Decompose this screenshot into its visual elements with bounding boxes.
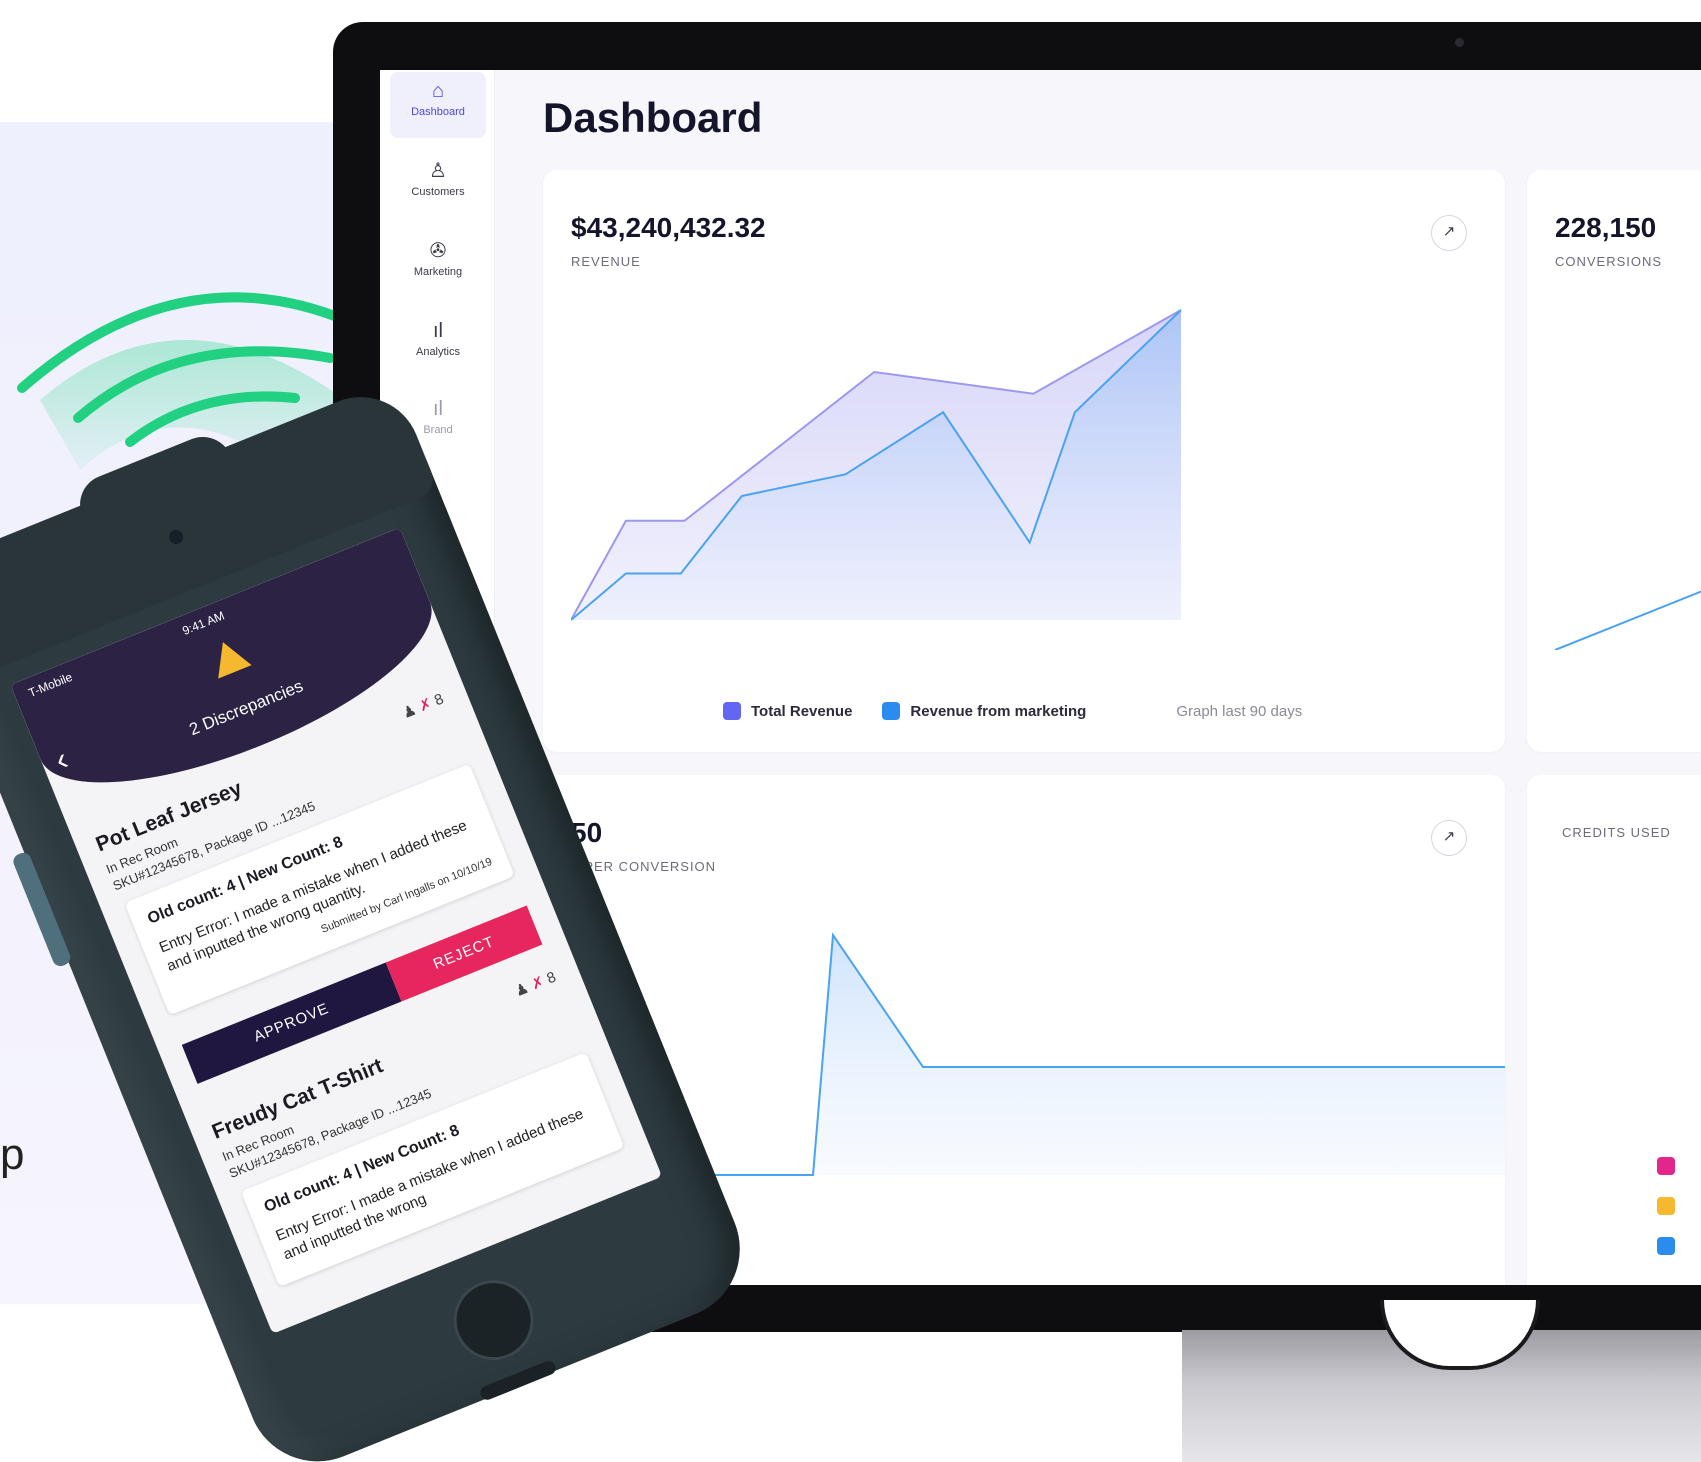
badge-count: 8: [544, 968, 559, 988]
sidebar-item-label: Analytics: [415, 346, 461, 358]
users-icon: ♙: [429, 160, 447, 182]
discrepancies-title: 2 Discrepancies: [186, 676, 306, 740]
shirt-icon: ♟: [400, 701, 420, 723]
item-count-badge: ♟ ✗ 8: [512, 968, 559, 1001]
conversions-card: 228,150 CONVERSIONS: [1527, 170, 1701, 752]
conversions-label: CONVERSIONS: [1555, 254, 1663, 269]
carrier-text: T-Mobile: [26, 669, 75, 701]
legend-item-marketing-revenue[interactable]: Revenue from marketing: [882, 702, 1086, 720]
sidebar-item-label: Dashboard: [411, 106, 465, 118]
legend-swatch: [882, 702, 901, 720]
sidebar-item-customers[interactable]: ♙ Customers: [390, 152, 486, 218]
cropped-text: p: [0, 1130, 25, 1179]
clock-text: 9:41 AM: [180, 608, 227, 638]
revenue-value: $43,240,432.32: [571, 212, 766, 243]
sidebar-item-dashboard[interactable]: ⌂ Dashboard: [390, 72, 486, 138]
expand-icon[interactable]: ↗: [1431, 820, 1467, 856]
legend-swatch: [1657, 1157, 1675, 1175]
cross-icon: ✗: [528, 973, 547, 994]
chart-legend: Total Revenue Revenue from marketing Gra…: [723, 702, 1302, 720]
conversions-value: 228,150: [1555, 212, 1657, 243]
legend-label: Revenue from marketing: [910, 702, 1087, 720]
conversions-chart: [1555, 590, 1701, 650]
conversions-line: [1555, 590, 1701, 650]
revenue-card: $43,240,432.32 REVENUE ↗ Total Revenue R…: [543, 170, 1505, 752]
legend-item-total-revenue[interactable]: Total Revenue: [723, 702, 852, 720]
badge-count: 8: [432, 690, 447, 710]
legend-swatch: [1657, 1237, 1675, 1255]
item-count-badge: ♟ ✗ 8: [400, 690, 447, 723]
megaphone-icon: ✇: [429, 240, 447, 262]
credits-label: CREDITS USED: [1562, 825, 1671, 840]
cross-icon: ✗: [416, 695, 435, 716]
revenue-chart: [571, 309, 1182, 621]
revenue-label: REVENUE: [571, 254, 641, 269]
page-title: Dashboard: [543, 94, 763, 141]
sidebar-item-label: Customers: [411, 186, 465, 198]
sidebar-item-label: Marketing: [413, 266, 463, 278]
webcam: [1455, 38, 1464, 47]
sidebar-item-analytics[interactable]: ıl Analytics: [390, 312, 486, 378]
bar-chart-icon: ıl: [433, 320, 443, 342]
expand-icon[interactable]: ↗: [1431, 215, 1467, 251]
legend-label: Total Revenue: [751, 702, 853, 720]
graph-range-note: Graph last 90 days: [1176, 702, 1303, 720]
legend-swatch: [1657, 1197, 1675, 1215]
legend-swatch: [723, 702, 741, 720]
sidebar-item-marketing[interactable]: ✇ Marketing: [390, 232, 486, 298]
warning-icon: [206, 635, 252, 679]
home-icon: ⌂: [431, 80, 445, 102]
credits-used-card: CREDITS USED: [1527, 775, 1701, 1285]
shirt-icon: ♟: [512, 979, 532, 1001]
